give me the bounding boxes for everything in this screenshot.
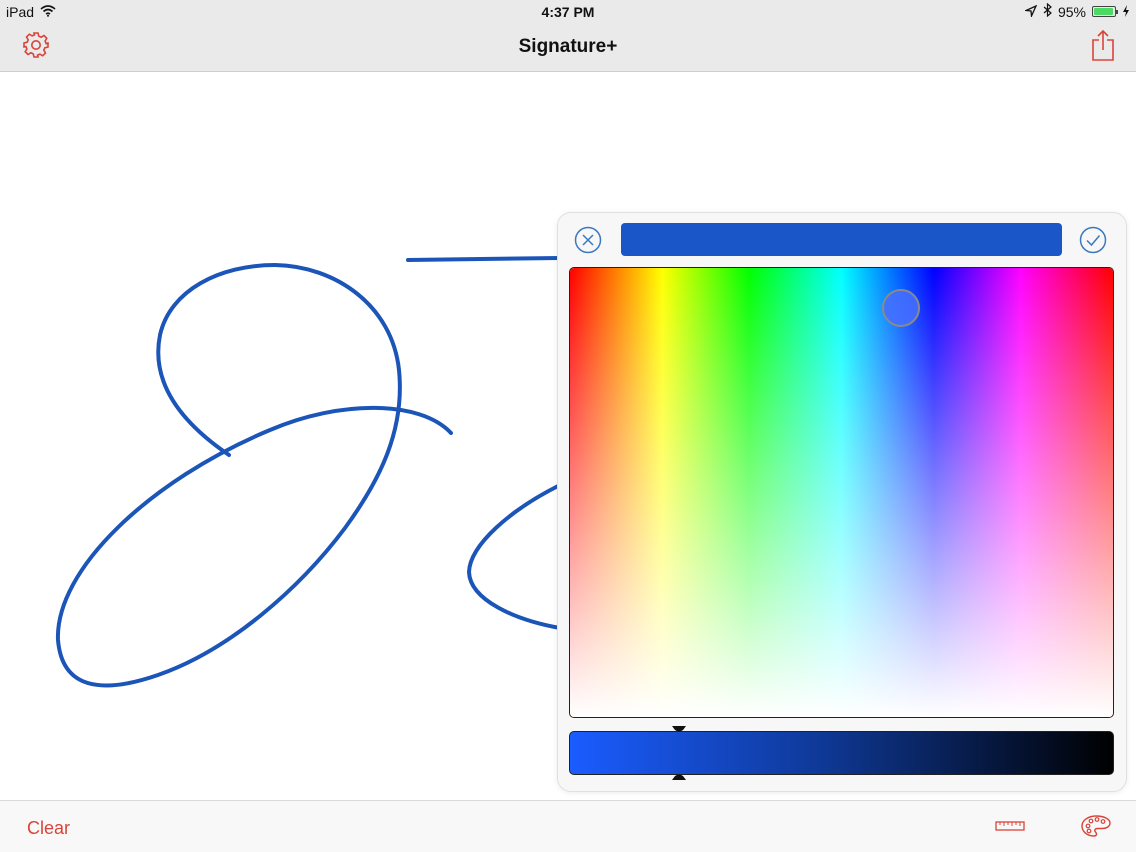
hue-saturation-spectrum[interactable] bbox=[569, 267, 1114, 718]
stroke-top-line bbox=[406, 256, 562, 262]
color-picker-popover bbox=[557, 212, 1127, 792]
palette-icon bbox=[1081, 814, 1111, 843]
location-arrow-icon bbox=[1023, 4, 1038, 20]
selected-color-preview bbox=[621, 223, 1062, 256]
bluetooth-icon bbox=[1043, 2, 1052, 20]
signature-app-screen: iPad 4:37 PM 95% Signature+ Clear bbox=[0, 0, 1136, 852]
status-right: 95% bbox=[1023, 2, 1130, 20]
ruler-button[interactable] bbox=[993, 813, 1027, 843]
checkmark-circle-icon bbox=[1079, 226, 1107, 258]
battery-icon bbox=[1092, 6, 1118, 17]
brightness-slider-handle[interactable] bbox=[671, 726, 686, 780]
status-bar: iPad 4:37 PM 95% bbox=[0, 0, 1136, 24]
ruler-icon bbox=[995, 819, 1025, 837]
battery-percent: 95% bbox=[1057, 3, 1086, 20]
close-circle-icon bbox=[574, 226, 602, 258]
clear-button[interactable]: Clear bbox=[27, 818, 70, 839]
bottom-toolbar: Clear bbox=[0, 800, 1136, 852]
charging-bolt-icon bbox=[1122, 4, 1130, 20]
status-time: 4:37 PM bbox=[541, 4, 595, 20]
stroke-right-curve bbox=[467, 483, 562, 630]
navigation-bar: Signature+ bbox=[0, 24, 1136, 72]
confirm-button[interactable] bbox=[1079, 226, 1107, 254]
share-icon bbox=[1090, 29, 1116, 66]
color-palette-button[interactable] bbox=[1079, 813, 1113, 843]
stroke-left-loop bbox=[55, 263, 453, 688]
cancel-button[interactable] bbox=[574, 226, 602, 254]
brightness-slider[interactable] bbox=[569, 726, 1114, 780]
page-title: Signature+ bbox=[518, 36, 618, 57]
battery-fill bbox=[1094, 8, 1113, 15]
saturation-gradient bbox=[570, 268, 1113, 717]
share-button[interactable] bbox=[1086, 29, 1120, 66]
